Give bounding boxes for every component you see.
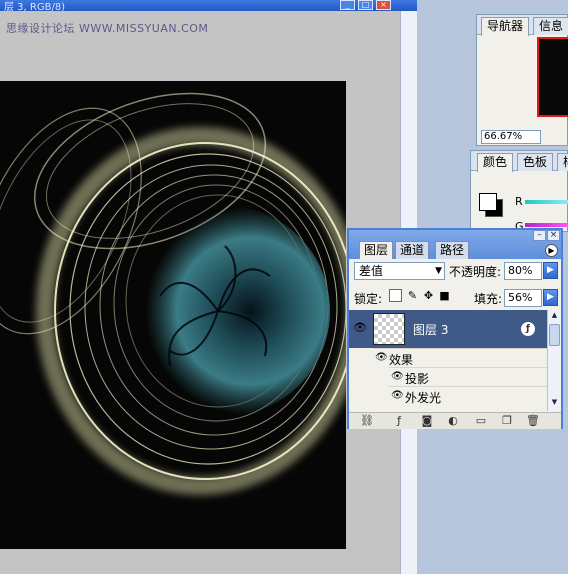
add-mask-icon[interactable]: ◙ [419, 414, 435, 428]
link-layers-icon[interactable]: ⛓ [359, 414, 375, 428]
layers-header: – × 图层 通道 路径 ▶ [349, 230, 561, 259]
blend-mode-select[interactable]: 差值 ▼ [354, 262, 445, 280]
lock-paint-icon[interactable]: ✎ [406, 289, 419, 302]
layer-thumbnail[interactable] [373, 313, 405, 345]
palette-close-button[interactable]: × [547, 230, 560, 241]
maximize-button[interactable]: □ [358, 0, 373, 10]
new-layer-icon[interactable]: ❐ [499, 414, 515, 428]
fill-slider-button[interactable]: ▶ [543, 289, 558, 306]
opacity-label: 不透明度: [449, 265, 502, 279]
palette-menu-icon[interactable]: ▶ [545, 244, 558, 257]
tab-swatches[interactable]: 色板 [517, 153, 554, 171]
tab-color[interactable]: 颜色 [477, 153, 514, 172]
layers-tabs: 图层 通道 路径 [349, 241, 561, 259]
opacity-input[interactable]: 80% [504, 262, 542, 280]
layer-name[interactable]: 图层 3 [413, 321, 448, 338]
canvas-area[interactable]: 思缘设计论坛 WWW.MISSYUAN.COM [0, 11, 400, 574]
effect-drop-shadow-label: 投影 [405, 372, 430, 386]
fill-input[interactable]: 56% [504, 289, 542, 307]
scroll-up-icon[interactable]: ▲ [549, 311, 560, 322]
palette-minimize-button[interactable]: – [533, 230, 546, 241]
chevron-down-icon: ▼ [435, 266, 442, 276]
delete-layer-icon[interactable]: 🗑 [525, 414, 541, 428]
layers-palette: – × 图层 通道 路径 ▶ 差值 ▼ 不透明度: 80% ▶ 锁定: ✎ ✥ … [347, 228, 563, 429]
color-palette: 颜色 色板 样 R G [470, 150, 568, 233]
fill-label: 填充: [474, 292, 503, 306]
effects-row[interactable]: 👁 效果 [373, 348, 547, 367]
tab-styles[interactable]: 样 [557, 153, 568, 171]
tab-info[interactable]: 信息 [533, 17, 568, 35]
new-group-icon[interactable]: ▭ [473, 414, 489, 428]
navigator-thumbnail[interactable] [537, 37, 568, 117]
effect-outer-glow-label: 外发光 [405, 391, 442, 405]
app-workspace: 层 3, RGB/8) _ □ × 思缘设计论坛 WWW.MISSYUAN.CO… [0, 0, 568, 574]
minimize-button[interactable]: _ [340, 0, 355, 10]
zoom-field[interactable]: 66.67% [481, 130, 541, 144]
lock-label: 锁定: [354, 292, 383, 306]
opacity-slider-button[interactable]: ▶ [543, 262, 558, 279]
artwork-canvas[interactable] [0, 81, 346, 549]
lock-all-icon[interactable]: ■ [438, 289, 451, 302]
effects-label: 效果 [389, 353, 414, 367]
teal-core [120, 206, 330, 416]
tab-navigator[interactable]: 导航器 [481, 17, 530, 36]
close-button[interactable]: × [376, 0, 391, 10]
eye-icon[interactable]: 👁 [391, 371, 404, 382]
layers-toolbar: ⛓ ƒ ◙ ◐ ▭ ❐ 🗑 [349, 412, 561, 429]
navigator-tabs: 导航器 信息 [477, 15, 568, 36]
tab-channels[interactable]: 通道 [395, 241, 430, 259]
red-channel-label: R [515, 195, 523, 208]
effect-outer-glow-row[interactable]: 👁 外发光 [389, 386, 547, 405]
green-channel-slider[interactable] [525, 223, 568, 227]
color-tabs: 颜色 色板 样 [471, 151, 568, 172]
scroll-thumb[interactable] [549, 324, 560, 346]
adjustment-layer-icon[interactable]: ◐ [445, 414, 461, 428]
layer-row-selected[interactable]: 👁 图层 3 ƒ [349, 310, 547, 348]
document-titlebar[interactable]: 层 3, RGB/8) _ □ × [0, 0, 417, 13]
eye-icon[interactable]: 👁 [391, 390, 404, 401]
blend-mode-value: 差值 [359, 264, 384, 278]
scroll-down-icon[interactable]: ▼ [549, 398, 560, 409]
foreground-color-swatch[interactable] [479, 193, 497, 211]
effect-drop-shadow-row[interactable]: 👁 投影 [389, 367, 547, 386]
layer-effects-icon[interactable]: ƒ [521, 322, 535, 336]
eye-icon[interactable]: 👁 [375, 352, 388, 363]
lock-position-icon[interactable]: ✥ [422, 289, 435, 302]
lock-transparency-icon[interactable] [389, 289, 402, 302]
eye-icon[interactable]: 👁 [353, 321, 367, 335]
tab-paths[interactable]: 路径 [435, 241, 470, 259]
tab-layers[interactable]: 图层 [359, 241, 394, 259]
watermark-text: 思缘设计论坛 WWW.MISSYUAN.COM [6, 22, 209, 35]
navigator-palette: 导航器 信息 66.67% [476, 14, 568, 146]
add-layer-style-icon[interactable]: ƒ [391, 414, 407, 428]
layer-list-scrollbar[interactable]: ▲ ▼ [547, 310, 561, 411]
red-channel-slider[interactable] [525, 200, 568, 204]
layer-list: 👁 图层 3 ƒ 👁 效果 👁 投影 👁 外发光 [349, 310, 547, 411]
